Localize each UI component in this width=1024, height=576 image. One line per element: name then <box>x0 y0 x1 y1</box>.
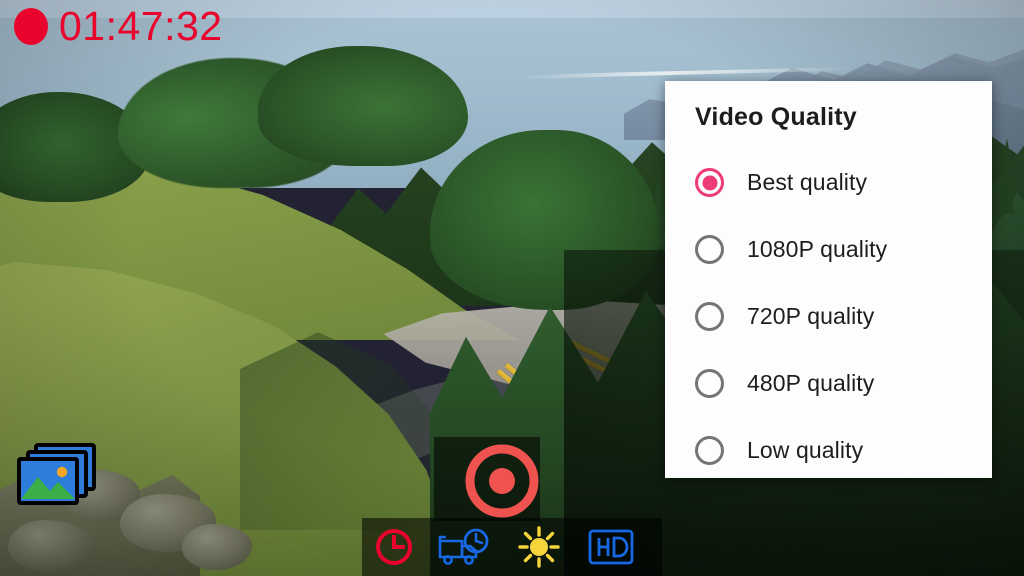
duration-button[interactable] <box>362 527 426 567</box>
dialog-title: Video Quality <box>695 103 857 131</box>
radio-button[interactable] <box>695 302 724 331</box>
radio-button[interactable] <box>695 436 724 465</box>
parking-mode-button[interactable] <box>426 527 502 567</box>
radio-button[interactable] <box>695 235 724 264</box>
quality-option-label: 1080P quality <box>747 236 888 262</box>
truck-clock-icon <box>438 528 489 565</box>
record-circle-icon <box>465 444 539 518</box>
brightness-button[interactable] <box>502 525 576 569</box>
bottom-toolbar <box>362 518 662 576</box>
quality-option-480p[interactable]: 480P quality <box>665 350 992 417</box>
quality-option-low[interactable]: Low quality <box>665 417 992 484</box>
radio-button-selected[interactable] <box>695 168 724 197</box>
quality-option-label: Low quality <box>747 437 864 463</box>
quality-option-1080p[interactable]: 1080P quality <box>665 216 992 283</box>
gallery-button[interactable] <box>14 441 100 507</box>
video-quality-dialog: Video Quality Best quality 1080P quality… <box>665 81 992 478</box>
recording-status: 01:47:32 <box>14 6 223 47</box>
quality-option-label: 720P quality <box>747 303 875 329</box>
quality-option-720p[interactable]: 720P quality <box>665 283 992 350</box>
quality-option-best[interactable]: Best quality <box>665 149 992 216</box>
recording-timer: 01:47:32 <box>59 3 223 49</box>
record-button[interactable] <box>464 443 540 519</box>
hd-button[interactable] <box>576 529 646 565</box>
quality-option-label: Best quality <box>747 169 868 195</box>
photo-stack-icon <box>17 443 96 505</box>
app-screen: 01:47:32 Video Quality Best quality 1080… <box>0 0 1024 576</box>
radio-button[interactable] <box>695 369 724 398</box>
tree-cluster <box>430 130 660 310</box>
hd-icon <box>588 529 634 565</box>
record-dot-icon <box>14 8 48 45</box>
quality-option-label: 480P quality <box>747 370 875 396</box>
quality-option-list: Best quality 1080P quality 720P quality … <box>665 149 992 484</box>
sun-icon <box>518 526 560 568</box>
clock-icon <box>376 529 412 565</box>
